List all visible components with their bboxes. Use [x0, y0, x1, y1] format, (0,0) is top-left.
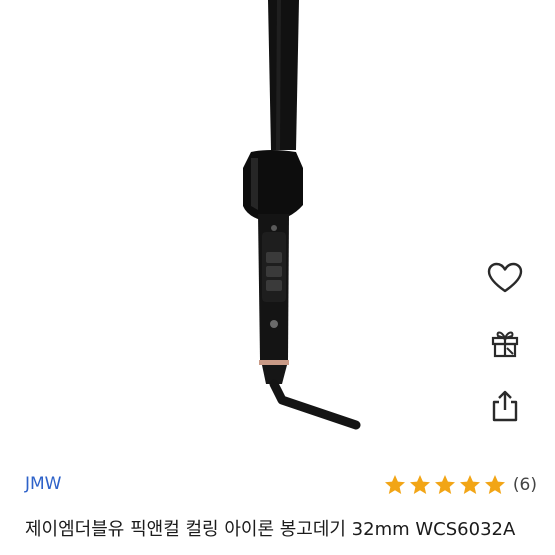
heart-icon [487, 262, 523, 298]
wishlist-button[interactable] [483, 258, 527, 302]
star-icon [384, 475, 405, 494]
rating[interactable]: (6) [383, 470, 537, 500]
review-count[interactable]: (6) [513, 475, 537, 495]
product-image [0, 0, 555, 460]
star-icon [409, 475, 430, 494]
gift-icon [489, 326, 521, 362]
gift-button[interactable] [483, 322, 527, 366]
product-title: 제이엠더블유 픽앤컬 컬링 아이론 봉고데기 32mm WCS6032A [25, 519, 516, 540]
star-icon [459, 475, 480, 494]
star-icon [484, 475, 505, 494]
share-button[interactable] [483, 386, 527, 430]
brand-link[interactable]: JMW [25, 474, 62, 494]
share-icon [490, 389, 520, 427]
star-icon [434, 475, 455, 494]
star-rating [383, 473, 507, 497]
